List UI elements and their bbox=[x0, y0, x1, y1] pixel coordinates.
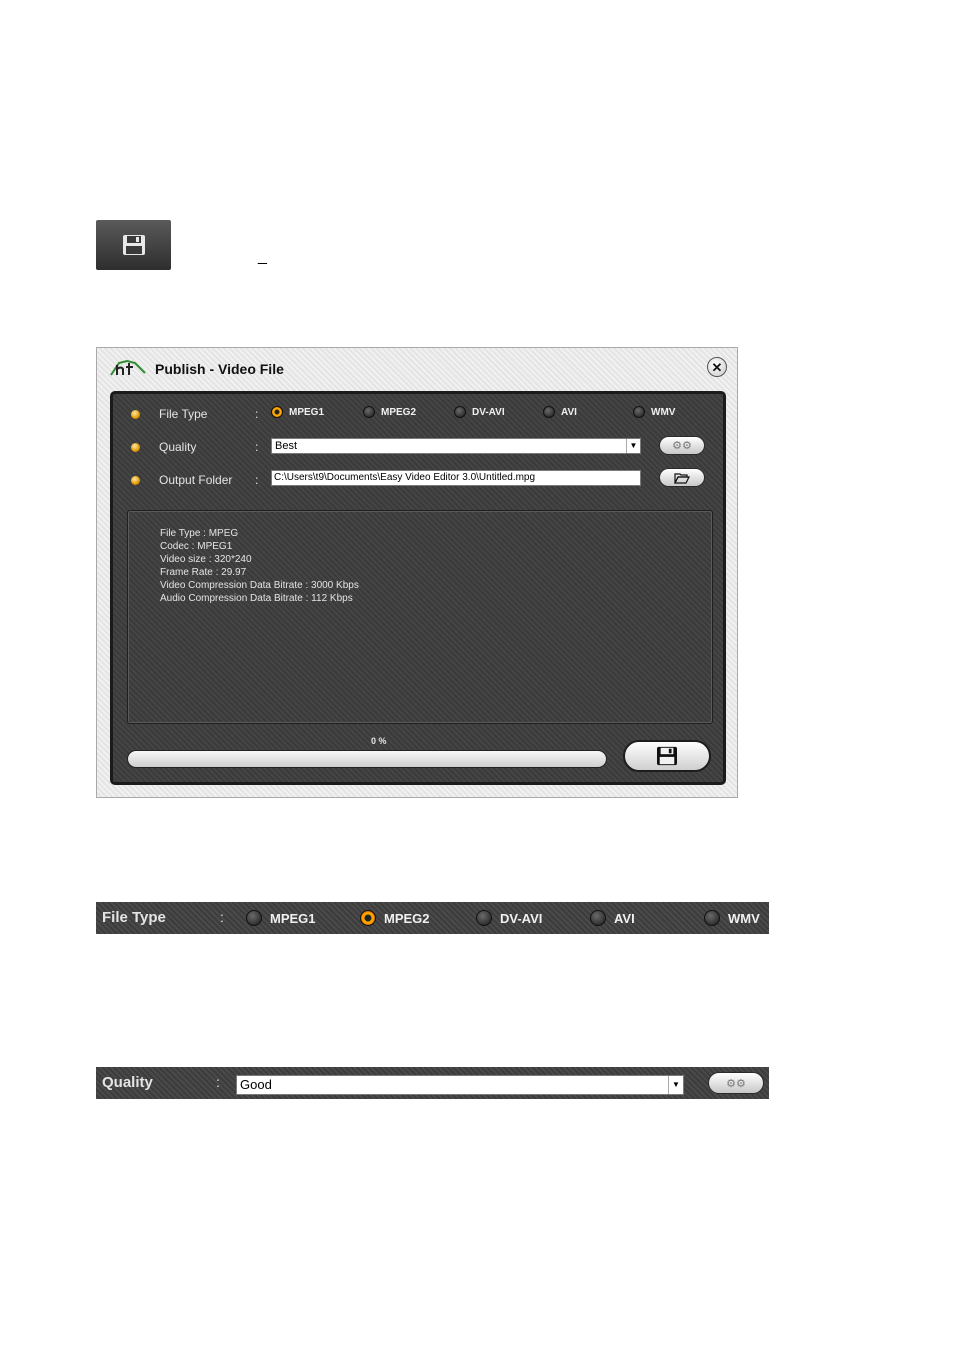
radio-mpeg2[interactable]: MPEG2 bbox=[363, 406, 416, 418]
radio-unselected-icon bbox=[633, 406, 645, 418]
colon: : bbox=[255, 473, 259, 487]
radio-avi[interactable]: AVI bbox=[590, 910, 635, 926]
publish-save-button[interactable] bbox=[623, 740, 711, 772]
progress-bar bbox=[127, 750, 607, 768]
quality-value: Best bbox=[275, 440, 298, 452]
file-type-strip: File Type : MPEG1 MPEG2 DV-AVI AVI WMV bbox=[96, 902, 769, 934]
browse-folder-button[interactable] bbox=[659, 468, 705, 487]
format-info-box: File Type : MPEG Codec : MPEG1 Video siz… bbox=[127, 510, 713, 724]
dialog-title: Publish - Video File bbox=[155, 361, 284, 377]
quality-settings-button[interactable]: ⚙⚙ bbox=[708, 1072, 764, 1094]
radio-wmv[interactable]: WMV bbox=[704, 910, 760, 926]
underscore-mark: _ bbox=[258, 248, 267, 265]
floppy-disk-icon bbox=[122, 235, 145, 255]
radio-unselected-icon bbox=[476, 910, 492, 926]
close-button[interactable]: ✕ bbox=[707, 357, 727, 377]
radio-avi[interactable]: AVI bbox=[543, 406, 577, 418]
output-folder-label: Output Folder bbox=[159, 473, 233, 487]
radio-unselected-icon bbox=[704, 910, 720, 926]
status-led-icon bbox=[131, 476, 140, 485]
format-info-lines: File Type : MPEG Codec : MPEG1 Video siz… bbox=[160, 527, 359, 605]
info-line: Video Compression Data Bitrate : 3000 Kb… bbox=[160, 580, 359, 591]
settings-panel: File Type : MPEG1 MPEG2 DV-AVI AVI WMV Q… bbox=[110, 391, 726, 785]
radio-mpeg2[interactable]: MPEG2 bbox=[360, 910, 430, 926]
info-line: File Type : MPEG bbox=[160, 528, 239, 539]
floppy-disk-icon bbox=[657, 746, 677, 766]
quality-label: Quality bbox=[159, 440, 197, 454]
radio-unselected-icon bbox=[363, 406, 375, 418]
open-folder-icon bbox=[674, 472, 690, 484]
quality-select[interactable]: Good ▼ bbox=[236, 1075, 684, 1095]
radio-dv-avi[interactable]: DV-AVI bbox=[476, 910, 542, 926]
gear-icon: ⚙⚙ bbox=[726, 1077, 746, 1090]
file-type-label: File Type bbox=[159, 407, 208, 421]
radio-selected-icon bbox=[360, 910, 376, 926]
radio-unselected-icon bbox=[543, 406, 555, 418]
gear-icon: ⚙⚙ bbox=[672, 440, 692, 452]
radio-mpeg1[interactable]: MPEG1 bbox=[271, 406, 324, 418]
radio-dv-avi[interactable]: DV-AVI bbox=[454, 406, 505, 418]
radio-wmv[interactable]: WMV bbox=[633, 406, 675, 418]
app-logo-icon bbox=[110, 359, 146, 376]
progress-percent: 0 % bbox=[371, 736, 387, 746]
status-led-icon bbox=[131, 410, 140, 419]
dropdown-arrow-icon[interactable]: ▼ bbox=[668, 1076, 683, 1094]
output-path-field[interactable]: C:\Users\t9\Documents\Easy Video Editor … bbox=[271, 470, 641, 486]
quality-settings-button[interactable]: ⚙⚙ bbox=[659, 436, 705, 455]
colon: : bbox=[216, 1074, 220, 1090]
quality-label: Quality bbox=[102, 1074, 153, 1091]
quality-select[interactable]: Best ▼ bbox=[271, 438, 641, 454]
colon: : bbox=[255, 407, 259, 421]
quality-value: Good bbox=[240, 1077, 272, 1092]
radio-unselected-icon bbox=[454, 406, 466, 418]
title-bar: Publish - Video File ✕ bbox=[97, 348, 737, 388]
file-type-label: File Type bbox=[102, 909, 166, 926]
info-line: Frame Rate : 29.97 bbox=[160, 567, 247, 578]
radio-selected-icon bbox=[271, 406, 283, 418]
save-toolbar-button[interactable] bbox=[96, 220, 171, 270]
file-type-row: File Type : MPEG1 MPEG2 DV-AVI AVI WMV bbox=[113, 401, 723, 427]
colon: : bbox=[220, 909, 224, 925]
quality-strip: Quality : Good ▼ ⚙⚙ bbox=[96, 1067, 769, 1099]
status-led-icon bbox=[131, 443, 140, 452]
radio-unselected-icon bbox=[246, 910, 262, 926]
info-line: Video size : 320*240 bbox=[160, 554, 252, 565]
info-line: Codec : MPEG1 bbox=[160, 541, 233, 552]
info-line: Audio Compression Data Bitrate : 112 Kbp… bbox=[160, 593, 353, 604]
dropdown-arrow-icon[interactable]: ▼ bbox=[626, 439, 640, 453]
colon: : bbox=[255, 440, 259, 454]
radio-mpeg1[interactable]: MPEG1 bbox=[246, 910, 316, 926]
radio-unselected-icon bbox=[590, 910, 606, 926]
quality-row: Quality : Best ▼ ⚙⚙ bbox=[113, 434, 723, 460]
publish-dialog: Publish - Video File ✕ File Type : MPEG1… bbox=[96, 347, 738, 798]
output-folder-row: Output Folder : C:\Users\t9\Documents\Ea… bbox=[113, 467, 723, 493]
